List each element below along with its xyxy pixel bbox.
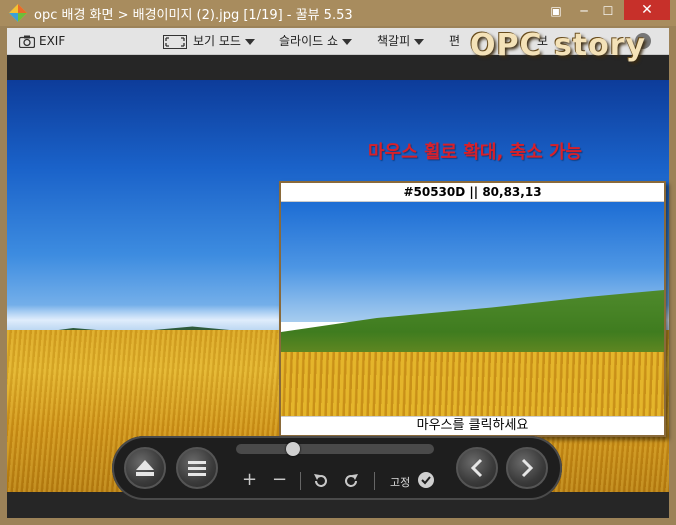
chevron-down-icon bbox=[244, 38, 255, 45]
rotate-right-icon[interactable] bbox=[342, 472, 360, 490]
view-mode-label: 보기 모드 bbox=[193, 34, 241, 48]
previous-button[interactable] bbox=[456, 447, 498, 489]
exif-button[interactable]: EXIF bbox=[18, 28, 66, 54]
menu-button[interactable] bbox=[176, 447, 218, 489]
app-logo-icon bbox=[9, 4, 27, 22]
fix-label: 고정 bbox=[390, 476, 411, 489]
check-icon bbox=[421, 476, 431, 485]
view-mode-menu[interactable]: 보기 모드 bbox=[163, 28, 255, 54]
magnifier-panel[interactable]: #50530D || 80,83,13 마우스를 클릭하세요 bbox=[279, 181, 666, 437]
app-window: opc 배경 화면 > 배경이미지 (2).jpg [1/19] - 꿀뷰 5.… bbox=[0, 0, 676, 525]
position-slider[interactable] bbox=[236, 442, 434, 456]
eject-icon bbox=[136, 460, 154, 476]
chevron-right-icon bbox=[521, 458, 534, 478]
fit-screen-icon bbox=[163, 34, 187, 49]
restore-button[interactable]: ▣ bbox=[542, 0, 570, 22]
divider bbox=[300, 472, 301, 490]
next-button[interactable] bbox=[506, 447, 548, 489]
magnified-wheat bbox=[281, 352, 664, 416]
magnifier-instruction: 마우스를 클릭하세요 bbox=[281, 416, 664, 435]
control-bar: + − 고정 bbox=[112, 436, 562, 500]
chevron-down-icon bbox=[414, 38, 425, 45]
slider-knob[interactable] bbox=[285, 442, 300, 456]
chevron-down-icon bbox=[342, 38, 353, 45]
divider bbox=[374, 472, 375, 490]
slideshow-label: 슬라이드 쇼 bbox=[279, 34, 339, 48]
menu-icon bbox=[188, 461, 206, 476]
window-title: opc 배경 화면 > 배경이미지 (2).jpg [1/19] - 꿀뷰 5.… bbox=[34, 8, 353, 23]
zoom-hint-text: 마우스 휠로 확대, 축소 가능 bbox=[368, 142, 583, 163]
pixel-color-readout: #50530D || 80,83,13 bbox=[281, 183, 664, 202]
eject-button[interactable] bbox=[124, 447, 166, 489]
edit-label: 편 bbox=[449, 34, 461, 48]
magnified-view bbox=[281, 202, 664, 416]
watermark-logo: OPC story bbox=[470, 28, 647, 63]
slideshow-menu[interactable]: 슬라이드 쇼 bbox=[279, 28, 353, 54]
bookmark-label: 책갈피 bbox=[377, 34, 411, 48]
bookmark-menu[interactable]: 책갈피 bbox=[377, 28, 425, 54]
rotate-left-icon[interactable] bbox=[312, 472, 330, 490]
close-button[interactable]: ✕ bbox=[624, 0, 670, 20]
zoom-in-button[interactable]: + bbox=[242, 470, 257, 490]
fix-toggle[interactable] bbox=[418, 472, 434, 488]
edit-menu[interactable]: 편 bbox=[449, 28, 460, 54]
chevron-left-icon bbox=[470, 458, 483, 478]
maximize-button[interactable]: ☐ bbox=[594, 0, 622, 22]
zoom-out-button[interactable]: − bbox=[272, 470, 287, 490]
camera-icon bbox=[18, 35, 36, 49]
exif-label: EXIF bbox=[39, 34, 66, 48]
title-bar: opc 배경 화면 > 배경이미지 (2).jpg [1/19] - 꿀뷰 5.… bbox=[0, 0, 676, 26]
